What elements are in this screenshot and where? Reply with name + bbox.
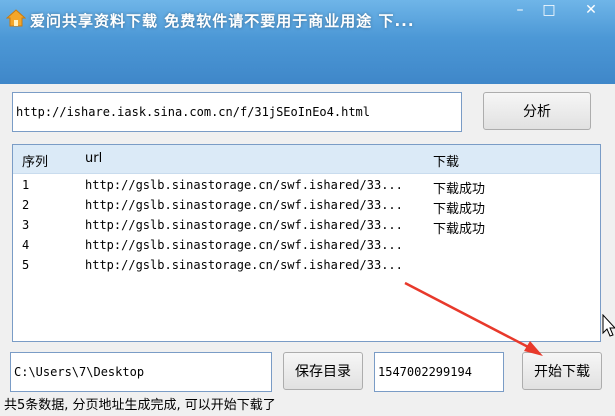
- column-header-status[interactable]: 下载: [433, 151, 459, 170]
- table-row[interactable]: 3 http://gslb.sinastorage.cn/swf.ishared…: [13, 216, 600, 237]
- table-row[interactable]: 1 http://gslb.sinastorage.cn/swf.ishared…: [13, 176, 600, 197]
- title-bar[interactable]: 爱问共享资料下载 免费软件请不要用于商业用途 下... – □ ✕: [0, 0, 615, 84]
- row-status: 下载成功: [433, 202, 486, 217]
- row-status: 下载成功: [433, 222, 486, 237]
- mouse-cursor-icon: [602, 314, 615, 337]
- status-bar: 共5条数据, 分页地址生成完成, 可以开始下载了: [4, 398, 276, 413]
- id-input[interactable]: 1547002299194: [374, 352, 504, 392]
- url-input[interactable]: http://ishare.iask.sina.com.cn/f/31jSEoI…: [12, 92, 462, 132]
- row-index: 4: [22, 238, 30, 252]
- save-directory-input[interactable]: C:\Users\7\Desktop: [10, 352, 272, 392]
- download-list[interactable]: 序列 url 下载 1 http://gslb.sinastorage.cn/s…: [12, 144, 601, 342]
- row-url: http://gslb.sinastorage.cn/swf.ishared/3…: [85, 258, 403, 272]
- maximize-button[interactable]: □: [536, 0, 562, 22]
- row-status: 下载成功: [433, 182, 486, 197]
- analyze-button[interactable]: 分析: [483, 92, 591, 130]
- app-house-icon: [6, 9, 26, 27]
- row-index: 2: [22, 198, 30, 212]
- list-header: 序列 url 下载: [13, 145, 600, 174]
- row-index: 3: [22, 218, 30, 232]
- close-button[interactable]: ✕: [567, 0, 615, 22]
- column-header-url[interactable]: url: [85, 151, 102, 166]
- save-directory-button[interactable]: 保存目录: [283, 352, 363, 390]
- row-url: http://gslb.sinastorage.cn/swf.ishared/3…: [85, 238, 403, 252]
- row-url: http://gslb.sinastorage.cn/swf.ishared/3…: [85, 218, 403, 232]
- table-row[interactable]: 5 http://gslb.sinastorage.cn/swf.ishared…: [13, 256, 600, 276]
- row-index: 5: [22, 258, 30, 272]
- row-index: 1: [22, 178, 30, 192]
- minimize-button[interactable]: –: [507, 0, 533, 22]
- start-download-button[interactable]: 开始下载: [522, 352, 602, 390]
- window-title: 爱问共享资料下载 免费软件请不要用于商业用途 下...: [30, 12, 415, 30]
- table-row[interactable]: 2 http://gslb.sinastorage.cn/swf.ishared…: [13, 196, 600, 217]
- table-row[interactable]: 4 http://gslb.sinastorage.cn/swf.ishared…: [13, 236, 600, 256]
- row-url: http://gslb.sinastorage.cn/swf.ishared/3…: [85, 178, 403, 192]
- row-url: http://gslb.sinastorage.cn/swf.ishared/3…: [85, 198, 403, 212]
- column-header-index[interactable]: 序列: [22, 151, 48, 170]
